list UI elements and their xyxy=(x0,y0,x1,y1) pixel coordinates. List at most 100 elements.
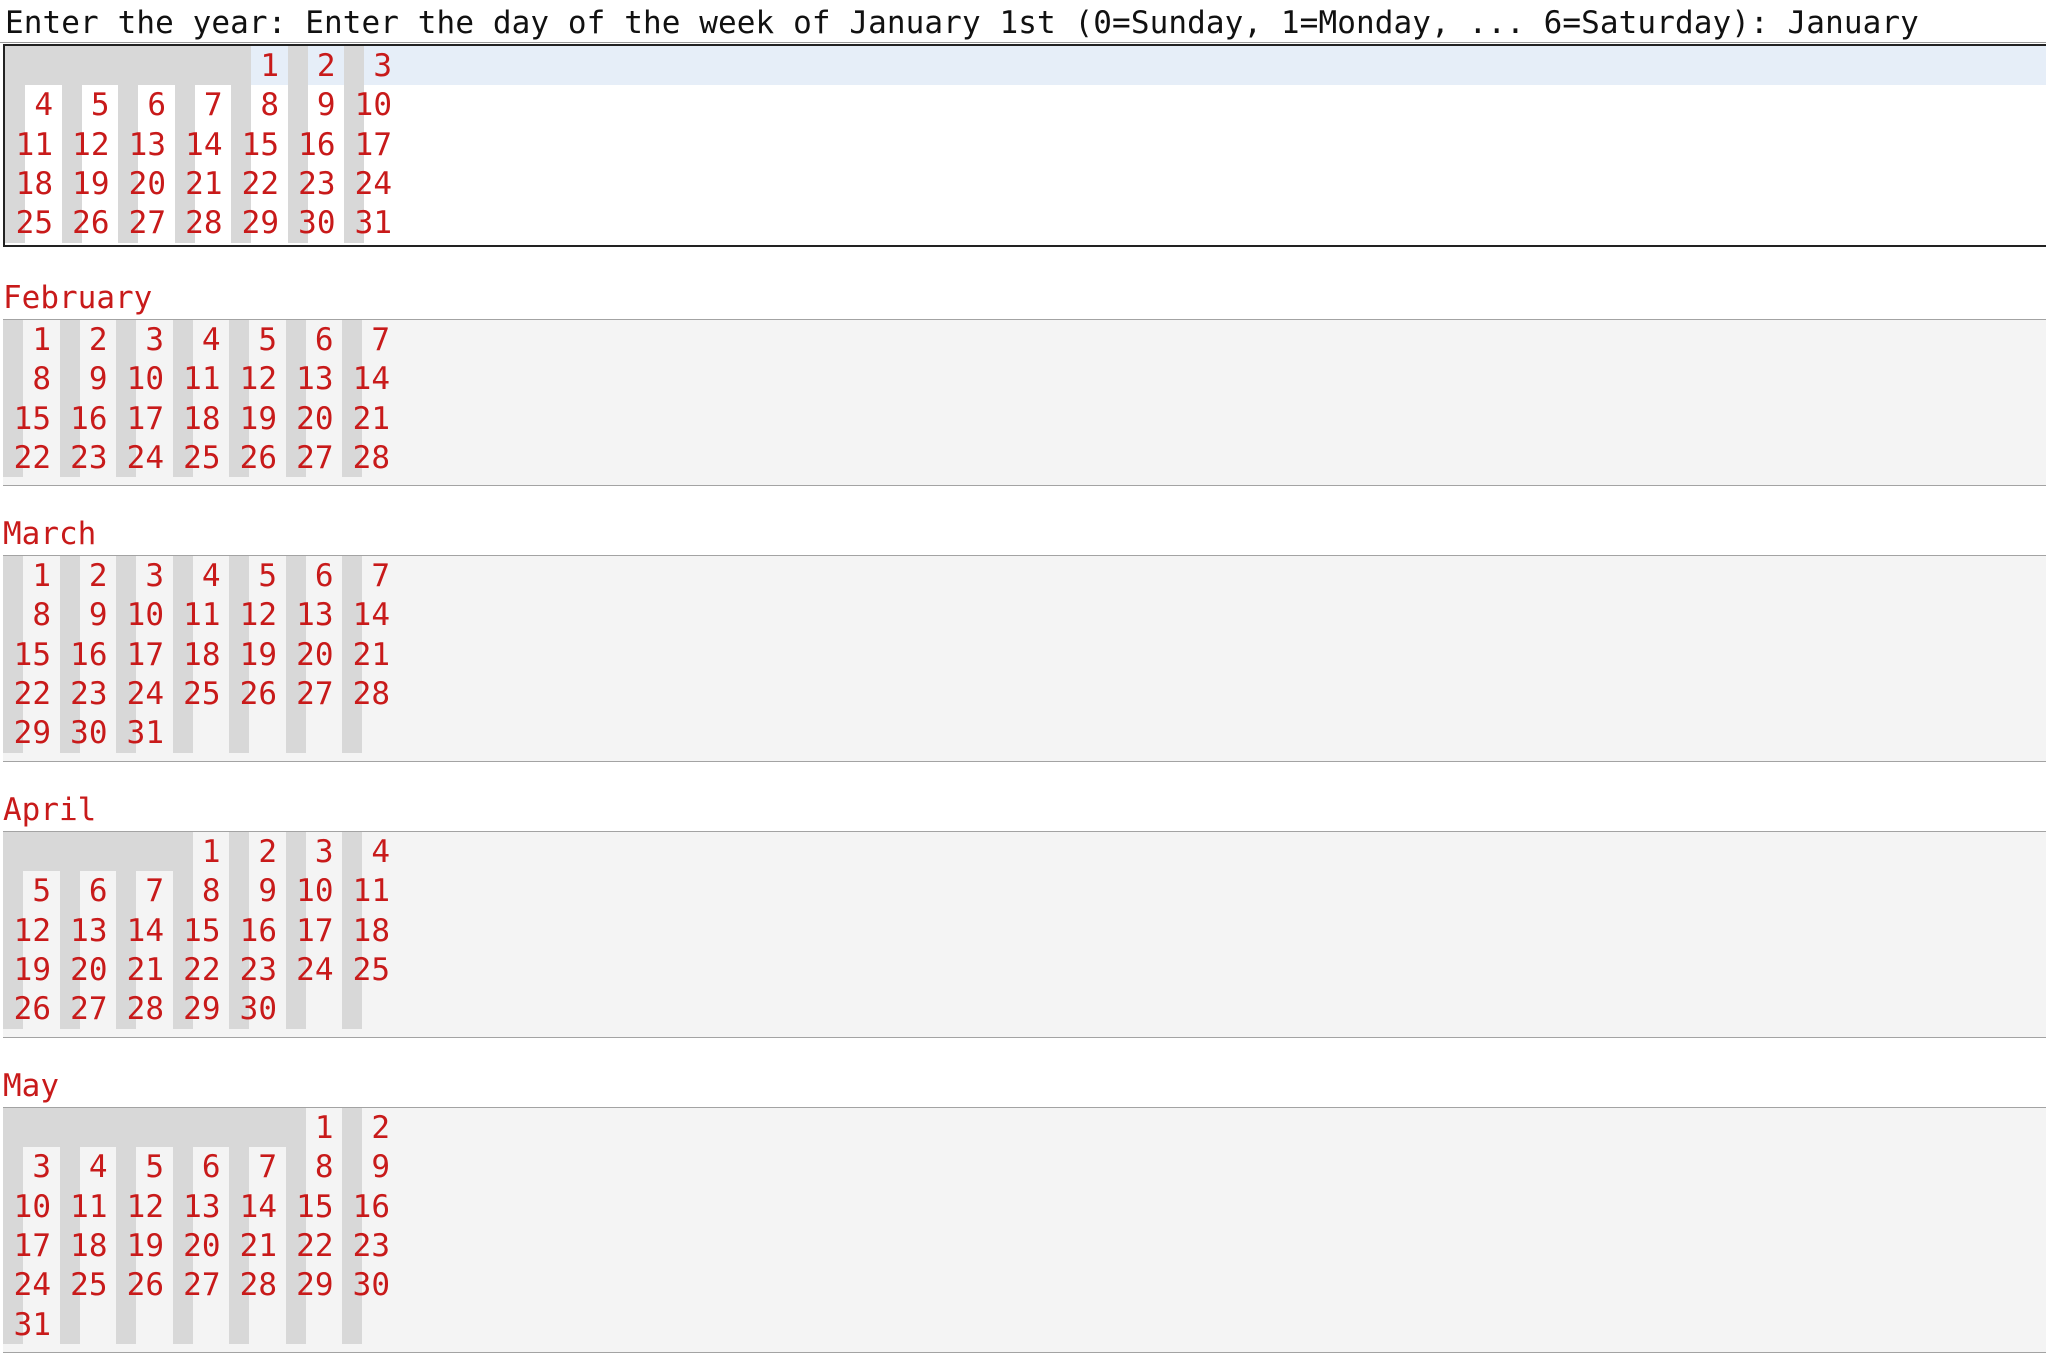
day-number: 21 xyxy=(185,165,223,202)
blank-days xyxy=(5,46,231,85)
day-number: 25 xyxy=(183,439,221,476)
day-number: 14 xyxy=(352,597,390,634)
day-number: 22 xyxy=(183,951,221,988)
day-number: 10 xyxy=(354,87,392,124)
day-number: 13 xyxy=(296,361,334,398)
day-number: 25 xyxy=(70,1267,108,1304)
output-divider xyxy=(0,42,2046,43)
day-number: 15 xyxy=(296,1188,334,1225)
day-number: 28 xyxy=(352,675,390,712)
day-number: 14 xyxy=(126,912,164,949)
day-number: 1 xyxy=(314,1110,334,1146)
day-number: 2 xyxy=(88,322,108,358)
month-grid: 1 2 3 4 5 6 7 8 9 10 11 12 13 14 15 16 17 18 19 20 21 22 23 24 2… xyxy=(3,44,2046,247)
day-number: 29 xyxy=(241,205,279,242)
day-number: 14 xyxy=(185,126,223,163)
day-number: 3 xyxy=(145,322,164,358)
day-number: 24 xyxy=(296,951,334,988)
day-number: 9 xyxy=(88,597,108,634)
day-number: 21 xyxy=(239,1227,277,1264)
day-number: 12 xyxy=(13,912,51,949)
day-number: 3 xyxy=(145,558,164,594)
day-number: 15 xyxy=(13,400,51,437)
day-number: 14 xyxy=(239,1188,277,1225)
day-number: 8 xyxy=(260,87,279,124)
day-number: 5 xyxy=(32,873,51,910)
day-number: 20 xyxy=(296,636,334,673)
day-number: 6 xyxy=(147,87,166,124)
month-title: February xyxy=(3,280,153,316)
day-number: 23 xyxy=(352,1227,390,1264)
day-number: 31 xyxy=(13,1306,51,1343)
day-number: 13 xyxy=(296,597,334,634)
day-number: 25 xyxy=(352,951,390,988)
day-number: 31 xyxy=(354,205,392,242)
day-number: 27 xyxy=(183,1267,221,1304)
day-number: 30 xyxy=(298,205,336,242)
day-number: 16 xyxy=(298,126,336,163)
day-number: 11 xyxy=(352,873,390,910)
day-number: 7 xyxy=(258,1149,277,1186)
day-number: 27 xyxy=(296,675,334,712)
day-number: 11 xyxy=(183,361,221,398)
day-number: 1 xyxy=(32,558,51,594)
day-number: 8 xyxy=(201,873,221,910)
day-number: 1 xyxy=(201,834,221,870)
day-number: 20 xyxy=(296,400,334,437)
day-number: 12 xyxy=(239,597,277,634)
day-number: 6 xyxy=(201,1149,221,1186)
day-number: 16 xyxy=(70,636,108,673)
day-number: 3 xyxy=(373,48,392,84)
day-number: 4 xyxy=(371,834,390,870)
day-number: 28 xyxy=(352,439,390,476)
day-number: 26 xyxy=(239,439,277,476)
day-number: 4 xyxy=(201,558,221,594)
day-number: 18 xyxy=(70,1227,108,1264)
day-number: 9 xyxy=(316,87,336,124)
day-number: 4 xyxy=(201,322,221,358)
day-number: 17 xyxy=(126,636,164,673)
month-title: March xyxy=(3,516,97,552)
day-number: 4 xyxy=(88,1149,108,1186)
day-number: 31 xyxy=(126,715,164,752)
day-number: 17 xyxy=(296,912,334,949)
day-number: 30 xyxy=(70,715,108,752)
day-number: 22 xyxy=(241,165,279,202)
day-number: 29 xyxy=(183,991,221,1028)
day-number: 19 xyxy=(239,400,277,437)
day-number: 6 xyxy=(88,873,108,910)
day-number: 23 xyxy=(70,439,108,476)
day-number: 9 xyxy=(371,1149,390,1186)
console-output: Enter the year: Enter the day of the wee… xyxy=(0,0,2046,1365)
day-number: 22 xyxy=(13,439,51,476)
day-number: 29 xyxy=(296,1267,334,1304)
day-number: 22 xyxy=(13,675,51,712)
day-number: 2 xyxy=(258,834,277,870)
day-number: 25 xyxy=(15,205,53,242)
day-number: 25 xyxy=(183,675,221,712)
day-number: 23 xyxy=(70,675,108,712)
day-number: 10 xyxy=(126,361,164,398)
day-number: 24 xyxy=(13,1267,51,1304)
day-number: 13 xyxy=(183,1188,221,1225)
day-number: 17 xyxy=(13,1227,51,1264)
day-number: 8 xyxy=(314,1149,334,1186)
day-number: 28 xyxy=(185,205,223,242)
day-number: 12 xyxy=(72,126,110,163)
day-number: 1 xyxy=(260,48,279,84)
day-number: 7 xyxy=(371,558,390,594)
day-number: 20 xyxy=(128,165,166,202)
day-number: 24 xyxy=(126,675,164,712)
day-number: 9 xyxy=(88,361,108,398)
day-number: 11 xyxy=(183,597,221,634)
day-number: 15 xyxy=(13,636,51,673)
day-number: 21 xyxy=(352,636,390,673)
day-number: 28 xyxy=(239,1267,277,1304)
day-number: 27 xyxy=(70,991,108,1028)
day-number: 27 xyxy=(296,439,334,476)
day-number: 19 xyxy=(126,1227,164,1264)
day-number: 21 xyxy=(126,951,164,988)
day-number: 5 xyxy=(145,1149,164,1186)
day-number: 20 xyxy=(70,951,108,988)
day-number: 11 xyxy=(15,126,53,163)
